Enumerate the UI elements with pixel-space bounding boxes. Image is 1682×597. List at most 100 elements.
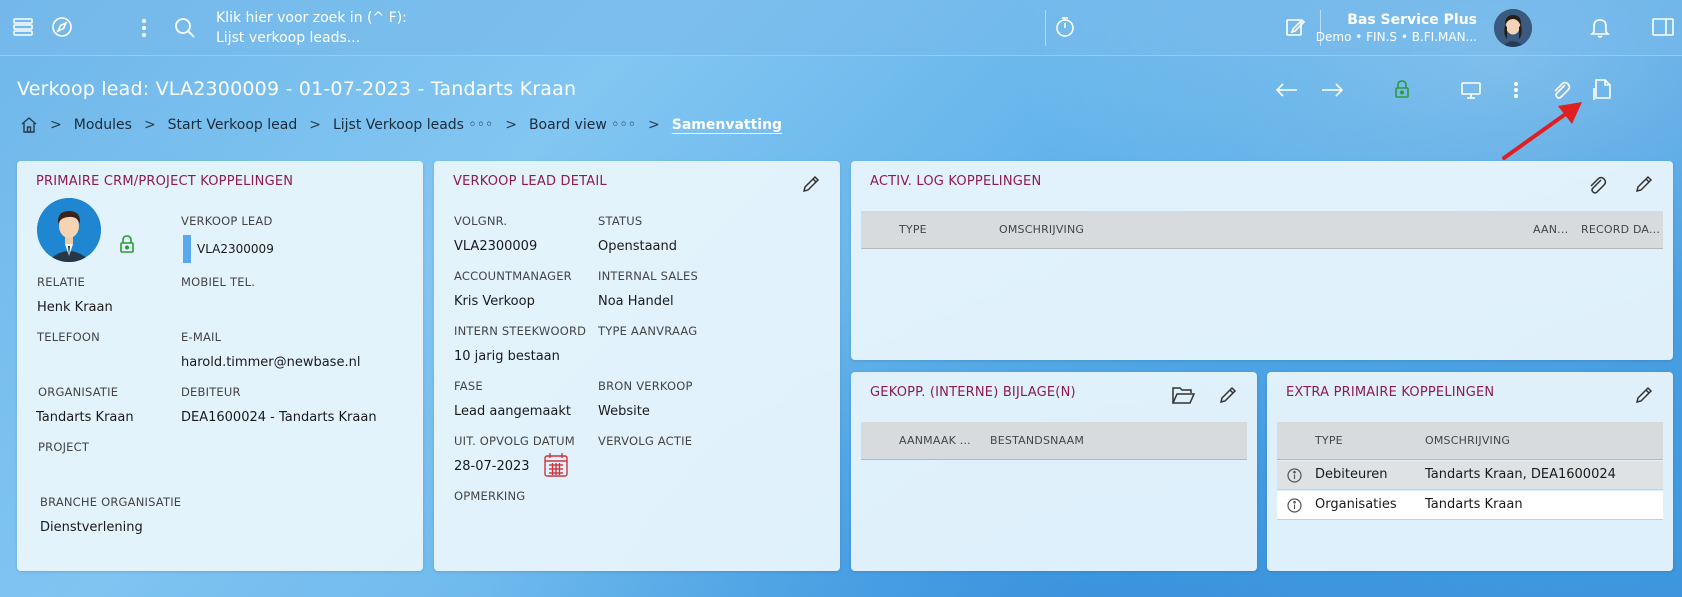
- panel-icon[interactable]: [1652, 17, 1674, 37]
- lock-icon[interactable]: [119, 234, 135, 258]
- breadcrumb-item-start-verkoop-lead[interactable]: Start Verkoop lead: [168, 117, 298, 133]
- status-value[interactable]: Openstaand: [598, 239, 677, 254]
- menu-icon[interactable]: [12, 16, 34, 38]
- column-header[interactable]: AAN...: [1533, 223, 1568, 236]
- card-title: ACTIV. LOG KOPPELINGEN: [870, 174, 1042, 189]
- search-field[interactable]: Klik hier voor zoek in (^ F): Lijst verk…: [216, 8, 407, 48]
- organisatie-value[interactable]: Tandarts Kraan: [36, 410, 134, 425]
- chevron-right-icon: >: [309, 117, 321, 133]
- info-icon[interactable]: [1287, 498, 1302, 517]
- avatar[interactable]: [1494, 9, 1532, 47]
- user-info[interactable]: Bas Service Plus Demo • FIN.S • B.FI.MAN…: [1316, 12, 1477, 44]
- divider: [1045, 10, 1046, 46]
- pencil-icon[interactable]: [1634, 385, 1654, 409]
- page-title: Verkoop lead: VLA2300009 - 01-07-2023 - …: [17, 78, 577, 100]
- monitor-icon[interactable]: [1461, 80, 1481, 100]
- verkoop-lead-label: VERKOOP LEAD: [181, 214, 273, 228]
- accountmanager-value[interactable]: Kris Verkoop: [454, 294, 535, 309]
- document-icon[interactable]: [1592, 78, 1612, 100]
- branche-label: BRANCHE ORGANISATIE: [40, 495, 182, 509]
- bell-icon[interactable]: [1589, 16, 1611, 38]
- column-header[interactable]: AANMAAK ...: [899, 434, 971, 447]
- verkoop-lead-value[interactable]: VLA2300009: [197, 242, 274, 256]
- info-icon[interactable]: [1287, 468, 1302, 487]
- paperclip-icon[interactable]: [1587, 174, 1607, 200]
- email-label: E-MAIL: [181, 330, 222, 344]
- timer-icon[interactable]: [1054, 16, 1076, 38]
- column-header[interactable]: RECORD DA...: [1581, 223, 1660, 236]
- column-header[interactable]: OMSCHRIJVING: [999, 223, 1084, 236]
- fase-label: FASE: [454, 379, 483, 393]
- more-vertical-icon[interactable]: [140, 17, 148, 39]
- calendar-icon[interactable]: [543, 452, 569, 482]
- contact-avatar: [37, 198, 101, 262]
- relatie-label: RELATIE: [37, 275, 85, 289]
- relatie-value[interactable]: Henk Kraan: [37, 300, 113, 315]
- extra-koppelingen-card: EXTRA PRIMAIRE KOPPELINGEN TYPE OMSCHRIJ…: [1267, 372, 1673, 571]
- chevron-right-icon: >: [648, 117, 660, 133]
- pencil-icon[interactable]: [1218, 385, 1238, 409]
- volgnr-value[interactable]: VLA2300009: [454, 239, 537, 254]
- omschrijving-cell: Tandarts Kraan, DEA1600024: [1425, 467, 1616, 482]
- status-label: STATUS: [598, 214, 643, 228]
- lead-color-bar: [183, 235, 191, 263]
- top-bar: Klik hier voor zoek in (^ F): Lijst verk…: [0, 0, 1682, 56]
- column-header[interactable]: OMSCHRIJVING: [1425, 434, 1510, 447]
- chevron-right-icon: >: [50, 117, 62, 133]
- column-header[interactable]: TYPE: [1315, 434, 1343, 447]
- card-title: VERKOOP LEAD DETAIL: [453, 174, 607, 189]
- crm-koppelingen-card: PRIMAIRE CRM/PROJECT KOPPELINGEN VERKOOP…: [17, 161, 423, 571]
- breadcrumb-item-board-view[interactable]: Board view ◦◦◦: [529, 117, 636, 133]
- pencil-icon[interactable]: [1634, 174, 1654, 198]
- chevron-right-icon: >: [505, 117, 517, 133]
- vervolg-actie-label: VERVOLG ACTIE: [598, 434, 693, 448]
- compass-icon[interactable]: [51, 16, 73, 38]
- project-label: PROJECT: [38, 440, 90, 454]
- search-hint: Klik hier voor zoek in (^ F):: [216, 10, 407, 26]
- internal-sales-value[interactable]: Noa Handel: [598, 294, 674, 309]
- omschrijving-cell: Tandarts Kraan: [1425, 497, 1523, 512]
- type-aanvraag-label: TYPE AANVRAAG: [598, 324, 698, 338]
- bijlage-card: GEKOPP. (INTERNE) BIJLAGE(N) AANMAAK ...…: [851, 372, 1257, 571]
- email-value[interactable]: harold.timmer@newbase.nl: [181, 355, 360, 370]
- volgnr-label: VOLGNR.: [454, 214, 508, 228]
- column-header[interactable]: TYPE: [899, 223, 927, 236]
- activ-log-card: ACTIV. LOG KOPPELINGEN TYPE OMSCHRIJVING…: [851, 161, 1673, 360]
- arrow-left-icon[interactable]: [1275, 80, 1299, 100]
- table-row[interactable]: Debiteuren Tandarts Kraan, DEA1600024: [1277, 461, 1663, 490]
- user-subtitle: Demo • FIN.S • B.FI.MAN...: [1315, 30, 1477, 44]
- pencil-icon[interactable]: [801, 174, 821, 198]
- more-vertical-icon[interactable]: [1512, 80, 1520, 100]
- opvolg-datum-label: UIT. OPVOLG DATUM: [454, 434, 575, 448]
- telefoon-label: TELEFOON: [37, 330, 100, 344]
- type-cell: Debiteuren: [1315, 467, 1388, 482]
- home-icon[interactable]: [20, 116, 38, 134]
- branche-value[interactable]: Dienstverlening: [40, 520, 143, 535]
- type-cell: Organisaties: [1315, 497, 1397, 512]
- steekwoord-value[interactable]: 10 jarig bestaan: [454, 349, 560, 364]
- breadcrumb-item-modules[interactable]: Modules: [74, 117, 132, 133]
- folder-open-icon[interactable]: [1171, 384, 1196, 410]
- annotation-arrow-icon: [1500, 98, 1590, 163]
- edit-note-icon[interactable]: [1285, 17, 1305, 37]
- internal-sales-label: INTERNAL SALES: [598, 269, 698, 283]
- column-header[interactable]: BESTANDSNAAM: [990, 434, 1084, 447]
- lock-icon[interactable]: [1394, 79, 1410, 99]
- accountmanager-label: ACCOUNTMANAGER: [454, 269, 572, 283]
- debiteur-label: DEBITEUR: [181, 385, 241, 399]
- breadcrumb-item-samenvatting[interactable]: Samenvatting: [672, 117, 782, 133]
- user-name: Bas Service Plus: [1347, 12, 1477, 28]
- breadcrumb-item-lijst-verkoop-leads[interactable]: Lijst Verkoop leads ◦◦◦: [333, 117, 493, 133]
- bron-verkoop-value[interactable]: Website: [598, 404, 650, 419]
- bijlage-table-header: AANMAAK ... BESTANDSNAAM: [861, 422, 1247, 460]
- opmerking-label: OPMERKING: [454, 489, 526, 503]
- fase-value[interactable]: Lead aangemaakt: [454, 404, 571, 419]
- arrow-right-icon[interactable]: [1320, 80, 1344, 100]
- table-row[interactable]: Organisaties Tandarts Kraan: [1277, 491, 1663, 520]
- mobiel-label: MOBIEL TEL.: [181, 275, 256, 289]
- debiteur-value[interactable]: DEA1600024 - Tandarts Kraan: [181, 410, 377, 425]
- opvolg-datum-value[interactable]: 28-07-2023: [454, 459, 530, 474]
- search-icon[interactable]: [174, 17, 196, 39]
- verkoop-lead-detail-card: VERKOOP LEAD DETAIL VOLGNR. STATUS VLA23…: [434, 161, 840, 571]
- card-title: PRIMAIRE CRM/PROJECT KOPPELINGEN: [36, 174, 294, 189]
